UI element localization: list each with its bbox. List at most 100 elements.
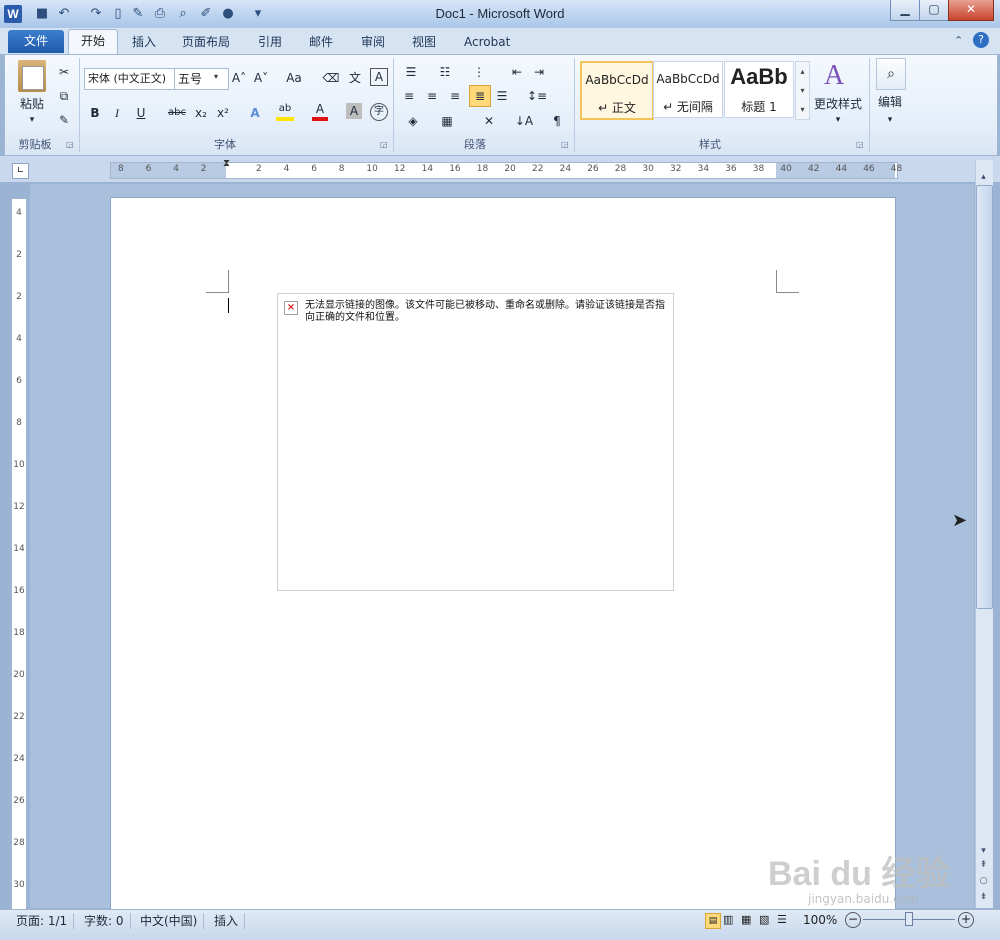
format-painter-brush-icon[interactable]: ✎ — [56, 110, 72, 130]
collapse-ribbon-icon[interactable]: ⌃ — [954, 34, 963, 47]
scroll-down-icon[interactable]: ▾ — [976, 844, 991, 858]
font-color-button[interactable]: A — [312, 101, 328, 121]
shrink-font-button[interactable]: A˅ — [252, 68, 270, 88]
next-page-icon[interactable]: ⇟ — [976, 890, 991, 904]
ruler-tick-label: 2 — [256, 164, 262, 174]
copy-icon[interactable]: ⧉ — [56, 86, 72, 106]
clipboard-launcher-icon[interactable]: ◲ — [66, 140, 75, 149]
increase-indent-icon[interactable]: ⇥ — [530, 62, 548, 82]
font-size-dropdown-icon[interactable]: ▾ — [214, 72, 218, 81]
decrease-indent-icon[interactable]: ⇤ — [508, 62, 526, 82]
chinese-layout-icon[interactable]: ✕ — [476, 111, 502, 131]
status-page[interactable]: 页面: 1/1 — [10, 913, 75, 929]
zoom-slider-thumb[interactable] — [905, 912, 913, 926]
tab-home[interactable]: 开始 — [68, 29, 118, 55]
print-layout-icon[interactable]: ▤ — [705, 913, 721, 929]
vertical-ruler-tick-label: 30 — [13, 880, 25, 890]
style-heading-1[interactable]: AaBb 标题 1 — [724, 61, 794, 118]
tab-file[interactable]: 文件 — [8, 30, 64, 53]
font-launcher-icon[interactable]: ◲ — [380, 140, 389, 149]
editing-button[interactable]: 编辑 — [874, 92, 906, 112]
font-name-combo[interactable]: 宋体 (中文正文) — [84, 68, 175, 90]
maximize-button[interactable]: ▢ — [919, 0, 949, 21]
status-words[interactable]: 字数: 0 — [78, 913, 131, 929]
change-styles-icon[interactable]: A — [824, 60, 844, 92]
change-styles-dropdown-icon[interactable]: ▾ — [828, 110, 848, 130]
sort-icon[interactable]: ↓A — [514, 111, 534, 131]
superscript-button[interactable]: x² — [214, 103, 232, 123]
paste-dropdown-icon[interactable]: ▾ — [22, 110, 42, 130]
web-layout-icon[interactable]: ▦ — [741, 913, 751, 926]
tab-page-layout[interactable]: 页面布局 — [178, 32, 234, 52]
scrollbar-thumb[interactable] — [976, 185, 993, 609]
strikethrough-button[interactable]: abc — [166, 103, 188, 123]
change-case-button[interactable]: Aa — [282, 68, 306, 88]
distributed-icon[interactable]: ☰ — [493, 86, 511, 106]
char-border-button[interactable]: A — [370, 68, 388, 86]
vertical-ruler-tick-label: 26 — [13, 796, 25, 806]
italic-button[interactable]: I — [108, 103, 126, 123]
bold-button[interactable]: B — [86, 103, 104, 123]
ruler-tick-label: 8 — [118, 164, 124, 174]
close-button[interactable]: ✕ — [948, 0, 994, 21]
pinyin-guide-button[interactable]: 文 — [346, 68, 364, 88]
clear-format-button[interactable]: ⌫ — [322, 68, 340, 88]
tab-mailings[interactable]: 邮件 — [305, 32, 337, 52]
style-no-spacing[interactable]: AaBbCcDd ↵ 无间隔 — [653, 61, 723, 118]
prev-page-icon[interactable]: ⇞ — [976, 858, 991, 872]
full-screen-reading-icon[interactable]: ▥ — [723, 913, 733, 926]
vertical-ruler-tick-label: 2 — [16, 292, 22, 302]
help-icon[interactable]: ? — [973, 32, 989, 48]
justify-icon[interactable]: ≣ — [469, 85, 491, 107]
underline-button[interactable]: U — [132, 103, 150, 123]
borders-icon[interactable]: ▦ — [434, 111, 460, 131]
grow-font-button[interactable]: A˄ — [230, 68, 248, 88]
tab-review[interactable]: 审阅 — [357, 32, 389, 52]
paste-paper-icon — [22, 66, 44, 90]
style-normal[interactable]: AaBbCcDd ↵ 正文 — [580, 61, 654, 120]
tab-selector[interactable]: ∟ — [12, 163, 29, 179]
styles-launcher-icon[interactable]: ◲ — [856, 140, 865, 149]
binoculars-icon[interactable]: ⌕ — [876, 58, 906, 90]
numbering-icon[interactable]: ☷ — [434, 62, 456, 82]
highlight-button[interactable]: ab — [276, 101, 294, 121]
paragraph-launcher-icon[interactable]: ◲ — [561, 140, 570, 149]
ruler-tick-label: 42 — [808, 164, 820, 174]
tab-acrobat[interactable]: Acrobat — [460, 32, 514, 52]
minimize-button[interactable]: ▁ — [890, 0, 920, 21]
zoom-out-icon[interactable]: − — [845, 912, 861, 928]
zoom-level[interactable]: 100% — [803, 913, 837, 927]
align-left-icon[interactable]: ≡ — [400, 86, 418, 106]
styles-scroll[interactable]: ▴ ▾ ▾ — [795, 61, 810, 120]
outline-icon[interactable]: ▧ — [759, 913, 769, 926]
status-insert-mode[interactable]: 插入 — [208, 913, 246, 929]
shading-icon[interactable]: ◈ — [400, 111, 426, 131]
align-center-icon[interactable]: ≡ — [423, 86, 441, 106]
bullets-icon[interactable]: ☰ — [400, 62, 422, 82]
broken-image-placeholder[interactable]: × 无法显示链接的图像。该文件可能已被移动、重命名或删除。请验证该链接是否指向正… — [277, 293, 674, 591]
enclose-char-button[interactable]: 字 — [370, 103, 388, 121]
tab-references[interactable]: 引用 — [254, 32, 286, 52]
indent-marker-icon[interactable]: ⧗ — [223, 158, 230, 169]
status-language[interactable]: 中文(中国) — [134, 913, 205, 929]
browse-object-icon[interactable]: ○ — [976, 874, 991, 888]
text-effects-button[interactable]: A — [246, 103, 264, 123]
ruler-tick-label: 38 — [752, 164, 765, 174]
draft-icon[interactable]: ☰ — [777, 913, 787, 926]
style-name: ↵ 正文 — [598, 101, 636, 115]
cut-icon[interactable]: ✂ — [56, 62, 72, 82]
char-shading-button[interactable]: A — [346, 103, 362, 119]
line-spacing-icon[interactable]: ↕≡ — [524, 86, 550, 106]
subscript-button[interactable]: x₂ — [192, 103, 210, 123]
align-right-icon[interactable]: ≡ — [446, 86, 464, 106]
scroll-up-icon[interactable]: ▴ — [976, 170, 991, 184]
multilevel-list-icon[interactable]: ⋮ — [468, 62, 490, 82]
zoom-in-icon[interactable]: + — [958, 912, 974, 928]
editing-dropdown-icon[interactable]: ▾ — [880, 110, 900, 130]
font-size-combo[interactable]: 五号 — [174, 68, 229, 90]
group-separator — [574, 58, 575, 152]
ruler-left-margin — [111, 163, 226, 178]
tab-view[interactable]: 视图 — [408, 32, 440, 52]
tab-insert[interactable]: 插入 — [128, 32, 160, 52]
show-marks-icon[interactable]: ¶ — [548, 111, 566, 131]
